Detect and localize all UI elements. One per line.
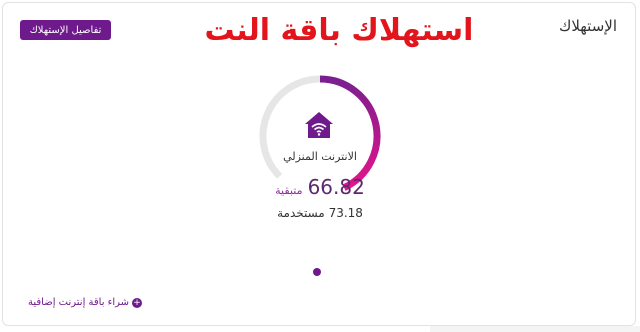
plus-circle-icon: + [132, 297, 143, 308]
gauge-label: الانترنت المنزلي [283, 150, 357, 163]
carousel-dot[interactable] [313, 268, 321, 276]
consumption-details-button[interactable]: تفاصيل الإستهلاك [20, 20, 111, 40]
remaining-amount: 66.82 متبقية [260, 175, 380, 199]
buy-extra-package-link[interactable]: + شراء باقة إنترنت إضافية [28, 297, 143, 308]
bottom-strip [430, 326, 640, 332]
home-wifi-icon [305, 112, 333, 138]
buy-extra-package-label: شراء باقة إنترنت إضافية [28, 297, 130, 308]
remaining-label: متبقية [275, 184, 303, 197]
remaining-value: 66.82 [307, 175, 365, 199]
used-amount: 73.18 مستخدمة [277, 206, 363, 220]
card-title: الإستهلاك [558, 17, 617, 35]
headline: استهلاك باقة النت [204, 13, 474, 48]
